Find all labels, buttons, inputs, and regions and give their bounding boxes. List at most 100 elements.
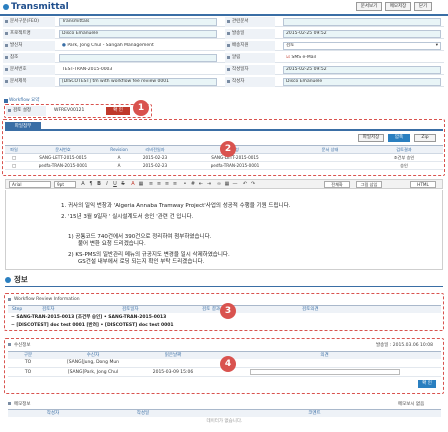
redo-icon[interactable]: ↷ [250,181,256,188]
notify-options[interactable]: ☑ SMS e-Mail [283,54,441,62]
col-file: 파일 [5,145,23,154]
col-read-date: 읽은날짜 [138,351,208,359]
save-memo-button[interactable]: 메모저장 [385,2,411,11]
highlight-icon[interactable]: ▦ [138,181,144,188]
compress-button[interactable]: 압축 [388,134,410,142]
sms-checkbox[interactable]: ☑ [286,55,290,60]
cell-docno[interactable]: SANG-LETT-2015-0015 [23,153,103,162]
file-checkbox[interactable]: □ [5,153,23,162]
table-row[interactable]: − [DISCOTEST] doc test 0001 [반려] • [DISC… [8,321,441,329]
align-right-icon[interactable]: ≡ [164,181,170,188]
html-toggle[interactable]: HTML [410,181,436,188]
doc-number-field: TEST-TRAN-2015-0003 [59,66,217,74]
align-center-icon[interactable]: ≡ [156,181,162,188]
col-opinion: 의견 [208,351,441,359]
italic-icon[interactable]: I [104,181,110,188]
send-date-field[interactable]: 2015-02-25 09:52 [283,30,441,38]
workflow-confirm-button[interactable]: 확 인 [106,107,130,115]
editor-line: 2. '15년 3월 9일자 ' 실시설계도서 승인 '관련 건 입니다. [61,214,194,220]
reference-field[interactable] [59,54,217,62]
tab-attachments[interactable]: 파일첨부 [5,122,41,131]
col-write-date: 작성일 [98,409,188,417]
editor-line: 불어 변환 요청 드리겠습니다. [78,241,146,247]
editor-content[interactable]: 1. 귀사의 일익 번창과 'Algeria Annaba Tramway Pr… [5,190,443,270]
form-row-subject: 문서제목 [DISCOTEST] tm with workflow fee re… [3,77,444,87]
font-size-select[interactable]: 9pt [54,181,76,188]
memo-table: 작성자 작성일 코멘트 데이터가 없습니다. [8,409,441,425]
callout-badge-4: 4 [220,356,236,372]
field-label-delivery: 배송지원 [225,41,275,51]
workflow-review-label: 검토 설정 [6,106,46,116]
table-row[interactable]: □ pedfa-TRAN-2015-0001 A 2015-02-23 pedf… [5,161,443,170]
bold-icon[interactable]: B [96,181,102,188]
attachment-tabbar: 파일첨부 [5,122,443,131]
fullscreen-button[interactable]: 전체화 [324,181,350,188]
created-date-field[interactable]: 2015-02-25 09:52 [283,66,441,74]
cell-form: pedfa-TRAN-2015-0001 [175,161,295,170]
table-icon[interactable]: ▦ [224,181,230,188]
font-size-icon[interactable]: A [80,181,86,188]
info-divider [5,286,443,287]
memo-header-row: 작성자 작성일 코멘트 [8,409,441,417]
related-docs-field[interactable] [283,18,441,26]
save-files-button[interactable]: 파일저장 [358,134,384,142]
cell-receiver: [SANG]Park, Jong Chul [48,367,138,377]
field-label-notify: 알림 [225,53,275,63]
bullet-list-icon[interactable]: • [182,181,188,188]
zip-button[interactable]: Zip [414,134,436,142]
app-logo-icon [3,4,9,10]
file-checkbox[interactable]: □ [5,161,23,170]
field-label-reference: 참조 [3,53,55,63]
field-label-created: 작성일자 [225,65,275,75]
numbered-list-icon[interactable]: # [190,181,196,188]
send-date-label: 발송일 : 2015.03.06 10:08 [376,343,433,348]
undo-icon[interactable]: ↶ [242,181,248,188]
strike-icon[interactable]: S [120,181,126,188]
field-label-project: 프로젝트명 [3,29,55,39]
field-label-related: 관련문서 [225,17,275,27]
receiver-info-title: 수신정보 [8,342,31,348]
opinion-input[interactable] [249,368,400,375]
underline-icon[interactable]: U [112,181,118,188]
font-select[interactable]: Arial [9,181,51,188]
col-doc-status: 문서 상태 [295,145,365,154]
col-review-comment: 검토의견 [298,305,441,313]
link-icon[interactable]: ∞ [216,181,222,188]
line-icon[interactable]: — [232,181,238,188]
format-icon[interactable]: ¶ [88,181,94,188]
insert-image-button[interactable]: 그림 삽입 [356,181,382,188]
review-row-text: − [DISCOTEST] doc test 0001 [반려] • [DISC… [11,322,174,328]
project-field[interactable]: Disco Emanuele [59,30,217,38]
page-title: Transmittal [11,2,69,12]
receiver-confirm-button[interactable]: 확 인 [418,380,436,388]
indent-icon[interactable]: ⇥ [206,181,212,188]
author-field[interactable]: Disco Emanuele [283,78,441,86]
outdent-icon[interactable]: ⇤ [198,181,204,188]
col-step: Step [8,305,38,313]
subject-field[interactable]: [DISCOTEST] tm with workflow fee review … [59,78,217,86]
cell-form: SANG-LETT-2015-0015 [175,153,295,162]
cell-docno[interactable]: pedfa-TRAN-2015-0001 [23,161,103,170]
sender-value: Park, Jong Chul - Sangah Management [67,43,154,48]
font-color-icon[interactable]: A [130,181,136,188]
title-bar: Transmittal 문서보기 메모저장 닫기 [0,0,448,14]
notify-value: SMS e-Mail [291,55,317,60]
close-button[interactable]: 닫기 [414,2,432,11]
col-writer: 작성자 [8,409,98,417]
cell-revision: A [103,153,135,162]
cell-review-result: 조건부 승인 [365,153,443,162]
align-left-icon[interactable]: ≡ [148,181,154,188]
cell-doc-status [295,161,365,170]
view-document-button[interactable]: 문서보기 [356,2,382,11]
field-label-subject: 문서제목 [3,77,55,87]
delivery-select[interactable]: 검토 ▾ [283,42,441,50]
sender-field[interactable]: ● Park, Jong Chul - Sangah Management [59,42,217,50]
justify-icon[interactable]: ≡ [172,181,178,188]
doctype-field[interactable]: Transmittals [59,18,217,26]
table-row: 데이터가 없습니다. [8,417,441,425]
field-label-sender: 발신처 [3,41,55,51]
field-label-docno: 문서번호 [3,65,55,75]
workflow-review-row: 검토 설정 WFREV00121 확 인 [6,106,146,116]
col-type: 구분 [8,351,48,359]
col-reviewer: 검토자 [38,305,118,313]
